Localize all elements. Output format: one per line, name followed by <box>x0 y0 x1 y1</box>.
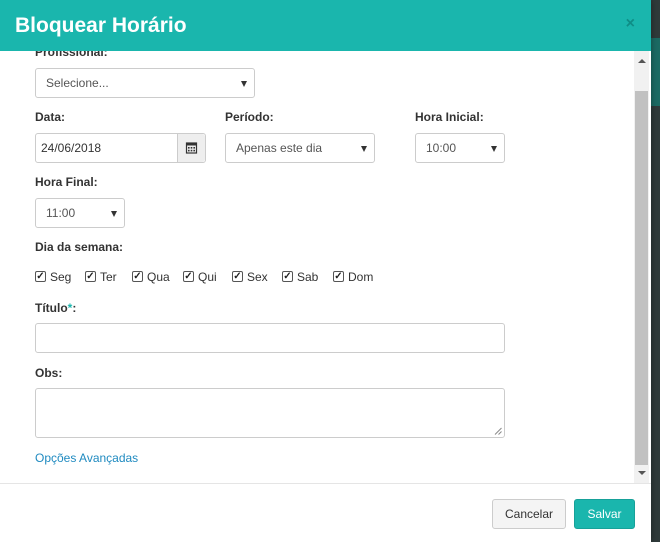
resize-grip-icon[interactable] <box>494 427 502 435</box>
checkbox-label: Ter <box>100 270 117 284</box>
periodo-label: Período: <box>225 110 274 124</box>
profissional-label: Profissional: <box>35 51 108 59</box>
modal-title: Bloquear Horário <box>15 14 187 37</box>
modal-header: Bloquear Horário × <box>0 0 651 51</box>
save-button[interactable]: Salvar <box>574 499 635 529</box>
hora-final-select[interactable]: 11:00 <box>35 198 125 228</box>
cancel-button[interactable]: Cancelar <box>492 499 566 529</box>
calendar-icon[interactable] <box>177 134 205 162</box>
chevron-down-icon <box>111 211 117 217</box>
checkbox-checked-icon[interactable]: ✓ <box>282 271 293 282</box>
checkbox-checked-icon[interactable]: ✓ <box>35 271 46 282</box>
obs-textarea[interactable] <box>35 388 505 438</box>
chevron-down-icon <box>491 146 497 152</box>
titulo-input[interactable] <box>35 323 505 353</box>
checkbox-label: Qua <box>147 270 170 284</box>
hora-final-value: 11:00 <box>46 206 76 220</box>
scroll-down-icon[interactable] <box>638 471 646 475</box>
checkbox-checked-icon[interactable]: ✓ <box>85 271 96 282</box>
dia-semana-label: Dia da semana: <box>35 240 124 254</box>
titulo-label-colon: : <box>72 301 77 315</box>
profissional-select-value: Selecione... <box>46 76 109 90</box>
checkbox-label: Qui <box>198 270 217 284</box>
profissional-select[interactable]: Selecione... <box>35 68 255 98</box>
chevron-down-icon <box>361 146 367 152</box>
titulo-label: Título*: <box>35 301 76 315</box>
hora-inicial-select[interactable]: 10:00 <box>415 133 505 163</box>
checkbox-label: Sex <box>247 270 268 284</box>
periodo-select-value: Apenas este dia <box>236 141 323 155</box>
date-input[interactable]: 24/06/2018 <box>35 133 206 163</box>
hora-inicial-label: Hora Inicial: <box>415 110 484 124</box>
checkbox-checked-icon[interactable]: ✓ <box>333 271 344 282</box>
modal-footer: Cancelar Salvar <box>0 483 651 542</box>
periodo-select[interactable]: Apenas este dia <box>225 133 375 163</box>
advanced-options-link[interactable]: Opções Avançadas <box>35 451 138 465</box>
modal-scrollbar[interactable] <box>634 51 649 483</box>
titulo-label-text: Título <box>35 301 68 315</box>
checkbox-label: Seg <box>50 270 72 284</box>
hora-final-label: Hora Final: <box>35 175 98 189</box>
modal-body: Profissional: Selecione... Data: 24/06/2… <box>0 51 651 483</box>
scroll-thumb[interactable] <box>635 91 648 465</box>
hora-inicial-value: 10:00 <box>426 141 457 155</box>
scroll-up-icon[interactable] <box>638 59 646 63</box>
data-label: Data: <box>35 110 66 124</box>
chevron-down-icon <box>241 81 247 87</box>
checkbox-checked-icon[interactable]: ✓ <box>183 271 194 282</box>
checkbox-checked-icon[interactable]: ✓ <box>132 271 143 282</box>
obs-label: Obs: <box>35 366 63 380</box>
checkbox-label: Sab <box>297 270 319 284</box>
close-icon[interactable]: × <box>626 15 635 33</box>
checkbox-label: Dom <box>348 270 374 284</box>
checkbox-checked-icon[interactable]: ✓ <box>232 271 243 282</box>
block-schedule-modal: Bloquear Horário × Profissional: Selecio… <box>0 0 651 542</box>
date-input-value: 24/06/2018 <box>41 141 102 155</box>
